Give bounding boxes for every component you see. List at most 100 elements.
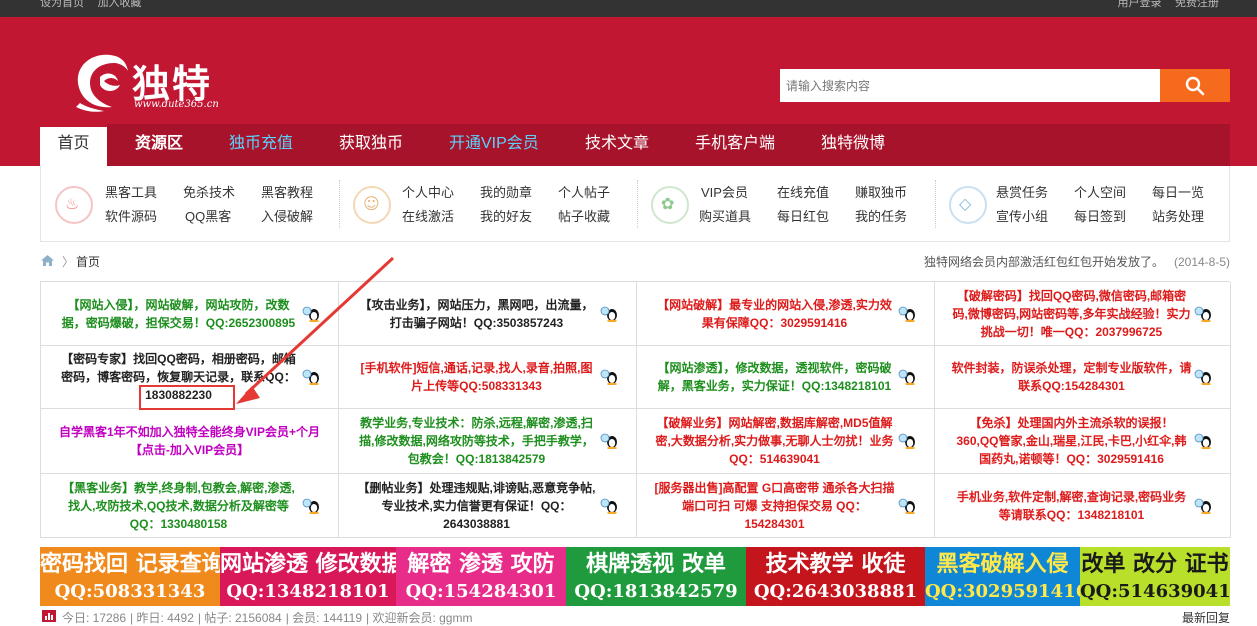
banner-qq: QQ:1348218101 [226, 581, 390, 602]
ad-cell[interactable]: 手机业务,软件定制,解密,查询记录,密码业务等请联系QQ：1348218101 [935, 474, 1231, 538]
quick-link[interactable]: 我的好友 [480, 206, 532, 225]
qq-penguin-icon[interactable] [1194, 369, 1214, 386]
main-nav: 首页 资源区 独币充值 获取独币 开通VIP会员 技术文章 手机客户端 独特微博 [40, 124, 1230, 166]
ad-text: 手机业务,软件定制,解密,查询记录,密码业务等请联系QQ：1348218101 [956, 489, 1187, 522]
ad-cell[interactable]: 【删帖业务】处理违规贴,诽谤贴,恶意竞争帖,专业技术,实力信誉更有保证！QQ：2… [339, 474, 637, 538]
ad-cell[interactable]: 【免杀】处理国内外主流杀软的误报！360,QQ管家,金山,瑞星,江民,卡巴,小红… [935, 409, 1231, 474]
qq-penguin-icon[interactable] [898, 433, 918, 450]
banner-ad[interactable]: 解密 渗透 攻防 QQ:154284301 [396, 547, 566, 606]
qq-penguin-icon[interactable] [600, 306, 620, 322]
breadcrumb-current[interactable]: 首页 [76, 253, 100, 270]
ad-cell[interactable]: [服务器出售]高配置 G口高密带 通杀各大扫描端口可扫 可爆 支持担保交易 QQ… [637, 474, 935, 538]
ad-cell[interactable]: 【攻击业务】，网站压力，黑网吧，出流量，打击骗子网站！QQ:3503857243 [339, 282, 637, 346]
qq-penguin-icon[interactable] [302, 498, 322, 514]
quick-link[interactable]: 个人空间 [1074, 182, 1126, 201]
quick-link[interactable]: 每日签到 [1074, 206, 1126, 225]
nav-coin-recharge[interactable]: 独币充值 [229, 124, 293, 166]
quick-link[interactable]: 帖子收藏 [558, 206, 610, 225]
nav-vip[interactable]: 开通VIP会员 [449, 124, 539, 166]
qq-penguin-icon[interactable] [600, 369, 620, 386]
quick-link[interactable]: 悬赏任务 [996, 182, 1048, 201]
site-notice[interactable]: 独特网络会员内部激活红包红包开始发放了。 (2014-8-5) [924, 253, 1230, 270]
banner-ad[interactable]: 黑客破解入侵 QQ:3029591416 [925, 547, 1080, 606]
qq-penguin-icon[interactable] [302, 369, 322, 386]
banner-ad[interactable]: 密码找回 记录查询 QQ:508331343 [40, 547, 220, 606]
qq-penguin-icon[interactable] [898, 306, 918, 322]
quick-link[interactable]: 购买道具 [699, 206, 751, 225]
quick-group-tasks: ◇ 悬赏任务 个人空间 每日一览 宣传小组 每日签到 站务处理 [935, 166, 1231, 242]
quick-link[interactable]: 赚取独币 [855, 182, 907, 201]
search-input[interactable] [780, 69, 1160, 102]
quick-link[interactable]: 黑客教程 [261, 182, 313, 201]
ad-cell[interactable]: 【黑客业务】教学,终身制,包教会,解密,渗透,找人,攻防技术,QQ技术,数据分析… [41, 474, 339, 538]
qq-penguin-icon[interactable] [600, 433, 620, 450]
ad-cell[interactable]: [手机软件]短信,通话,记录,找人,录音,拍照,图片上传等QQ:50833134… [339, 346, 637, 409]
nav-mobile-client[interactable]: 手机客户端 [695, 124, 775, 166]
search-button[interactable] [1160, 69, 1230, 102]
search-box [780, 69, 1230, 102]
nav-home[interactable]: 首页 [40, 124, 107, 166]
ad-text: 【破解密码】找回QQ密码,微信密码,邮箱密码,微博密码,网站密码等,多年实战经验… [952, 288, 1191, 339]
ad-cell[interactable]: 【破解密码】找回QQ密码,微信密码,邮箱密码,微博密码,网站密码等,多年实战经验… [935, 282, 1231, 346]
quick-link[interactable]: 个人中心 [402, 182, 454, 201]
banner-ad[interactable]: 改单 改分 证书 QQ:514639041 [1080, 547, 1230, 606]
quick-link[interactable]: 站务处理 [1152, 206, 1204, 225]
banner-title: 棋牌透视 改单 [586, 551, 726, 577]
ad-cell[interactable]: 【网站渗透】，修改数据，透视软件，密码破解，黑客业务，实力保证！QQ:13482… [637, 346, 935, 409]
quick-link[interactable]: 在线充值 [777, 182, 829, 201]
banner-ad[interactable]: 网站渗透 修改数据 QQ:1348218101 [220, 547, 396, 606]
stat-members: 会员: 144119 [292, 611, 362, 625]
qq-penguin-icon[interactable] [600, 498, 620, 514]
flame-icon: ♨ [55, 186, 93, 224]
ad-cell[interactable]: 自学黑客1年不如加入独特全能终身VIP会员+个月【点击-加入VIP会员】 [41, 409, 339, 474]
set-home-link[interactable]: 设为首页 [40, 0, 84, 9]
quick-link[interactable]: 我的任务 [855, 206, 907, 225]
banner-ad[interactable]: 技术教学 收徒 QQ:2643038881 [746, 547, 925, 606]
banner-ad[interactable]: 棋牌透视 改单 QQ:1813842579 [566, 547, 746, 606]
quick-link[interactable]: QQ黑客 [185, 206, 231, 225]
latest-replies-link[interactable]: 最新回复 [1182, 609, 1230, 626]
banner-title: 解密 渗透 攻防 [407, 551, 555, 577]
quick-link[interactable]: 每日红包 [777, 206, 829, 225]
stat-posts: 帖子: 2156084 [204, 611, 282, 625]
banner-title: 黑客破解入侵 [936, 551, 1069, 577]
quick-link[interactable]: 每日一览 [1152, 182, 1204, 201]
ad-text: [服务器出售]高配置 G口高密带 通杀各大扫描端口可扫 可爆 支持担保交易 QQ… [654, 480, 895, 531]
add-favorite-link[interactable]: 加入收藏 [98, 0, 142, 9]
ad-cell[interactable]: 教学业务,专业技术：防杀,远程,解密,渗透,扫描,修改数据,网络攻防等技术，手把… [339, 409, 637, 474]
register-link[interactable]: 免费注册 [1175, 0, 1219, 9]
quick-link[interactable]: 黑客工具 [105, 182, 157, 201]
qq-penguin-icon[interactable] [1194, 433, 1214, 450]
ad-text: 【删帖业务】处理违规贴,诽谤贴,恶意竞争帖,专业技术,实力信誉更有保证！QQ：2… [357, 480, 596, 531]
ad-cell[interactable]: 【破解业务】网站解密,数据库解密,MD5值解密,大数据分析,实力做事,无聊人士勿… [637, 409, 935, 474]
nav-resources[interactable]: 资源区 [135, 124, 183, 166]
quick-link[interactable]: 入侵破解 [261, 206, 313, 225]
quick-link[interactable]: 个人帖子 [558, 182, 610, 201]
quick-link[interactable]: 我的勋章 [480, 182, 532, 201]
qq-penguin-icon[interactable] [302, 306, 322, 322]
quick-link[interactable]: 软件源码 [105, 206, 157, 225]
user-login-link[interactable]: 用户登录 [1118, 0, 1162, 9]
qq-penguin-icon[interactable] [898, 498, 918, 514]
nav-get-coins[interactable]: 获取独币 [339, 124, 403, 166]
quick-link[interactable]: 宣传小组 [996, 206, 1048, 225]
quick-link[interactable]: 免杀技术 [183, 182, 235, 201]
banner-qq: QQ:508331343 [54, 581, 206, 602]
site-logo[interactable]: 独特 www.dute365.cn [70, 51, 240, 119]
ad-cell[interactable]: 【网站入侵】，网站破解，网站攻防，改数据，密码爆破，担保交易！QQ:265230… [41, 282, 339, 346]
nav-tech-articles[interactable]: 技术文章 [585, 124, 649, 166]
banner-ads: 密码找回 记录查询 QQ:508331343 网站渗透 修改数据 QQ:1348218… [40, 547, 1230, 606]
ad-cell[interactable]: 【网站破解】最专业的网站入侵,渗透,实力效果有保障QQ：3029591416 [637, 282, 935, 346]
qq-penguin-icon[interactable] [1194, 498, 1214, 514]
home-icon[interactable] [40, 254, 55, 267]
stat-newest-member[interactable]: 欢迎新会员: ggmm [372, 611, 472, 625]
banner-title: 网站渗透 修改数据 [220, 551, 396, 577]
quick-link[interactable]: VIP会员 [701, 182, 748, 201]
quick-link[interactable]: 在线激活 [402, 206, 454, 225]
nav-weibo[interactable]: 独特微博 [821, 124, 885, 166]
ad-text: [手机软件]短信,通话,记录,找人,录音,拍照,图片上传等QQ:50833134… [360, 361, 593, 393]
qq-penguin-icon[interactable] [898, 369, 918, 386]
ad-cell[interactable]: 软件封装，防误杀处理，定制专业版软件，请联系QQ:154284301 [935, 346, 1231, 409]
banner-qq: QQ:154284301 [405, 581, 557, 602]
qq-penguin-icon[interactable] [1194, 306, 1214, 322]
